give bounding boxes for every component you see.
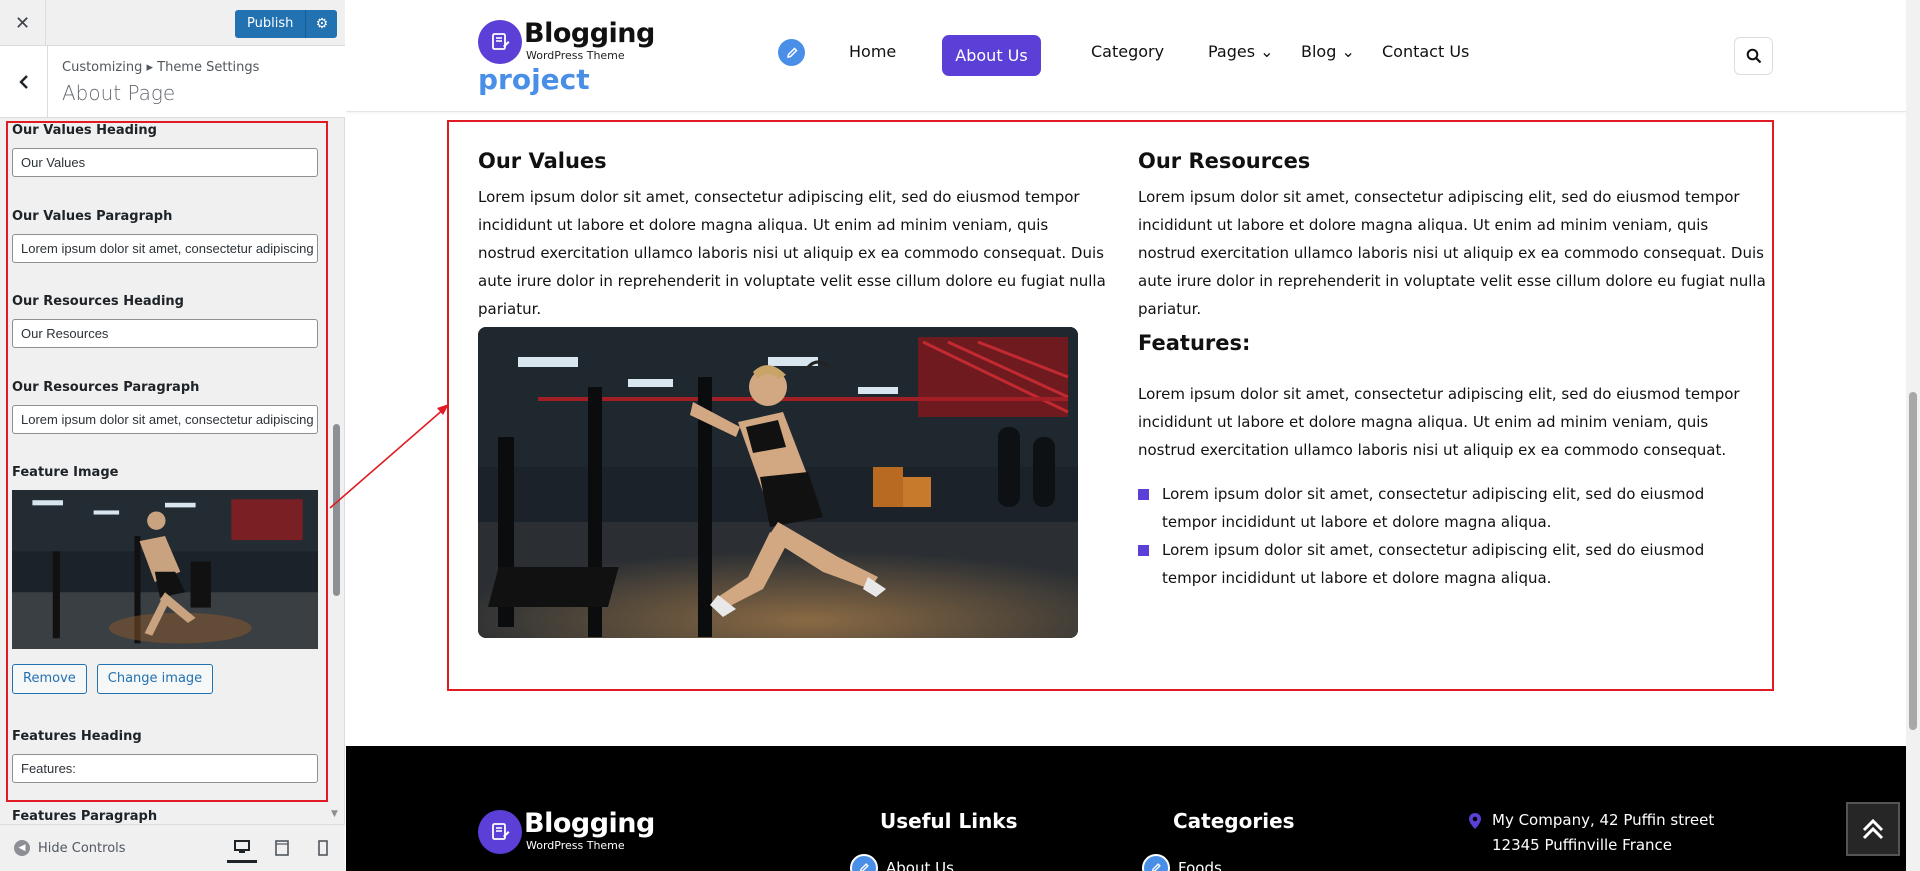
field-label: Our Resources Heading (12, 294, 184, 309)
desktop-preview-icon[interactable] (227, 833, 257, 863)
site-preview: Blogging WordPress Theme project Home Ab… (346, 0, 1920, 871)
control-feature-image: Feature Image (12, 464, 319, 649)
change-image-button[interactable]: Change image (96, 664, 214, 694)
chevron-down-icon: ⌄ (1260, 42, 1274, 61)
breadcrumb: Customizing ▸ Theme Settings (62, 60, 260, 75)
logo-project-text: project (478, 63, 590, 96)
double-chevron-up-icon (1862, 818, 1884, 840)
bullet-square-icon (1138, 545, 1149, 556)
scroll-down-arrow[interactable]: ▼ (331, 809, 338, 819)
logo-icon (478, 20, 522, 64)
pen-icon[interactable] (778, 39, 805, 66)
hide-controls-button[interactable]: ◀ Hide Controls (14, 840, 126, 856)
our-values-paragraph-input[interactable]: Lorem ipsum dolor sit amet, consectetur … (12, 234, 318, 263)
preview-scroll-thumb[interactable] (1909, 392, 1917, 730)
site-footer: Blogging WordPress Theme Useful Links Ca… (346, 746, 1906, 871)
collapse-icon: ◀ (14, 840, 30, 856)
control-our-resources-heading: Our Resources Heading Our Resources (12, 293, 319, 348)
chevron-down-icon: ⌄ (1341, 42, 1355, 61)
pen-icon (850, 854, 878, 871)
close-icon[interactable]: ✕ (0, 0, 46, 46)
gear-icon[interactable]: ⚙ (305, 10, 338, 38)
search-button[interactable] (1734, 37, 1773, 75)
logo-name: Blogging (524, 808, 655, 839)
customizer-header-bar: ✕ Publish ⚙ (0, 0, 345, 46)
feature-list-text: Lorem ipsum dolor sit amet, consectetur … (1162, 485, 1705, 531)
search-icon (1746, 48, 1761, 64)
remove-image-button[interactable]: Remove (12, 664, 87, 694)
our-values-paragraph: Lorem ipsum dolor sit amet, consectetur … (478, 188, 1106, 318)
categories-heading: Categories (1173, 809, 1295, 833)
customizer-sidebar: ✕ Publish ⚙ Customizing ▸ Theme Settings… (0, 0, 345, 871)
chevron-left-icon[interactable] (0, 46, 48, 118)
location-pin-icon (1468, 812, 1482, 834)
nav-pages-label: Pages (1208, 42, 1256, 61)
our-values-heading-input[interactable]: Our Values (12, 148, 318, 177)
customizer-footer: ◀ Hide Controls (0, 824, 345, 871)
mobile-preview-icon[interactable] (308, 833, 338, 863)
sidebar-scrollbar[interactable] (333, 424, 340, 596)
image-actions: Remove Change image (12, 664, 214, 694)
footer-link-label: About Us (886, 859, 954, 871)
field-label: Feature Image (12, 465, 119, 480)
logo-tagline: WordPress Theme (526, 839, 625, 852)
site-header: Blogging WordPress Theme project Home Ab… (346, 0, 1906, 112)
our-resources-heading-input[interactable]: Our Resources (12, 319, 318, 348)
feature-list-text: Lorem ipsum dolor sit amet, consectetur … (1162, 541, 1705, 587)
features-heading: Features: (1138, 331, 1251, 355)
feature-image (478, 327, 1078, 638)
logo-tagline: WordPress Theme (526, 49, 625, 62)
control-our-values-heading: Our Values Heading Our Values (12, 122, 319, 177)
nav-blog[interactable]: Blog ⌄ (1301, 42, 1355, 61)
field-label: Our Values Paragraph (12, 209, 173, 224)
footer-link-about[interactable]: About Us (850, 854, 954, 871)
nav-contact-us[interactable]: Contact Us (1382, 42, 1469, 61)
nav-pages[interactable]: Pages ⌄ (1208, 42, 1274, 61)
control-our-values-paragraph: Our Values Paragraph Lorem ipsum dolor s… (12, 208, 319, 263)
pen-icon (1142, 854, 1170, 871)
our-resources-heading: Our Resources (1138, 149, 1311, 173)
control-our-resources-paragraph: Our Resources Paragraph Lorem ipsum dolo… (12, 379, 319, 434)
feature-image-thumbnail[interactable] (12, 490, 318, 649)
nav-home[interactable]: Home (849, 42, 896, 61)
field-label: Features Paragraph (12, 809, 158, 824)
section-header: Customizing ▸ Theme Settings About Page (0, 46, 345, 118)
footer-category-foods[interactable]: Foods (1142, 854, 1222, 871)
controls-panel: Our Values Heading Our Values Our Values… (0, 118, 345, 824)
footer-address: My Company, 42 Puffin street 12345 Puffi… (1492, 811, 1715, 854)
footer-category-label: Foods (1178, 859, 1222, 871)
publish-group: Publish ⚙ (235, 10, 338, 38)
logo-icon (478, 810, 522, 854)
control-features-heading: Features Heading Features: (12, 728, 319, 783)
nav-blog-label: Blog (1301, 42, 1337, 61)
section-title: About Page (62, 81, 176, 105)
features-paragraph: Lorem ipsum dolor sit amet, consectetur … (1138, 385, 1740, 459)
logo-name: Blogging (524, 18, 655, 49)
nav-about-us[interactable]: About Us (942, 35, 1041, 76)
our-resources-paragraph: Lorem ipsum dolor sit amet, consectetur … (1138, 188, 1766, 318)
hide-controls-label: Hide Controls (38, 840, 126, 856)
publish-button[interactable]: Publish (235, 10, 306, 38)
field-label: Our Resources Paragraph (12, 380, 200, 395)
nav-category[interactable]: Category (1091, 42, 1164, 61)
our-values-heading: Our Values (478, 149, 607, 173)
field-label: Features Heading (12, 729, 142, 744)
our-resources-paragraph-input[interactable]: Lorem ipsum dolor sit amet, consectetur … (12, 405, 318, 434)
control-features-paragraph: Features Paragraph (12, 808, 319, 824)
tablet-preview-icon[interactable] (267, 833, 297, 863)
preview-scrollbar[interactable] (1906, 0, 1920, 871)
field-label: Our Values Heading (12, 123, 157, 138)
bullet-square-icon (1138, 489, 1149, 500)
scroll-to-top-button[interactable] (1846, 802, 1900, 856)
useful-links-heading: Useful Links (880, 809, 1018, 833)
features-heading-input[interactable]: Features: (12, 754, 318, 783)
